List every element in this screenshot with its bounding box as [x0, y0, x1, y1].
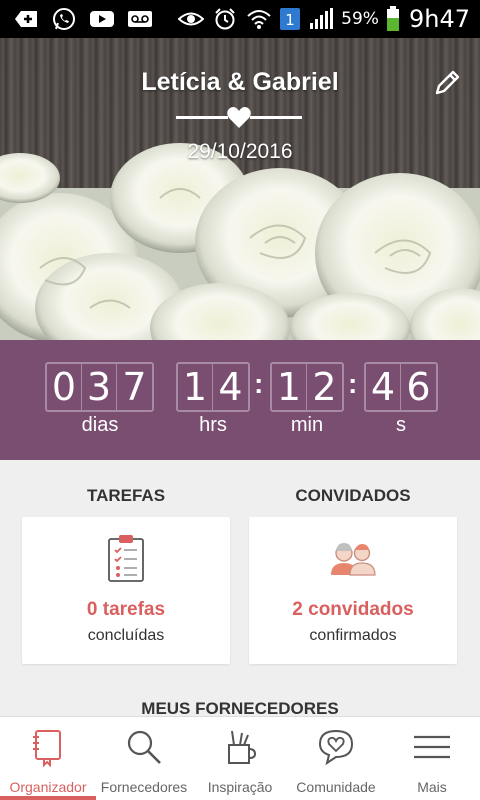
hours-digit: 4 [218, 365, 243, 409]
countdown: 0 3 7 1 4 : 1 2 : 4 6 dias hrs min s [0, 340, 480, 460]
divider-left [176, 116, 228, 119]
clipboard-checklist-icon [108, 535, 144, 582]
guests-card[interactable]: 2 convidados confirmados [249, 517, 457, 664]
tasks-title: TAREFAS [86, 486, 166, 505]
chat-heart-icon [318, 729, 354, 766]
wedding-date: 29/10/2016 [187, 140, 293, 163]
svg-text:1: 1 [285, 11, 295, 29]
days-digit: 3 [82, 364, 117, 410]
pencil-cup-icon [228, 730, 257, 764]
edit-button[interactable] [432, 68, 462, 98]
seconds-label: s [396, 414, 406, 436]
search-icon [127, 730, 161, 764]
hero-banner: Letícia & Gabriel 29/10/2016 [0, 38, 480, 340]
minutes-digit: 2 [312, 365, 337, 409]
guests-count: 2 convidados [292, 599, 414, 620]
nav-comunidade[interactable]: Comunidade [288, 717, 384, 800]
days-digit: 0 [47, 364, 82, 410]
tasks-count: 0 tarefas [86, 599, 166, 620]
couple-guests-icon [331, 543, 376, 576]
status-bar: 1 59% 9h47 [0, 0, 480, 38]
seconds-digit: 4 [366, 364, 401, 410]
nav-label: Inspiração [207, 779, 273, 795]
alarm-icon [211, 7, 239, 31]
tasks-card[interactable]: 0 tarefas concluídas [22, 517, 230, 664]
days-label: dias [81, 414, 119, 436]
signal-icon [307, 7, 335, 31]
guests-title: CONVIDADOS [295, 486, 411, 505]
days-digit: 7 [122, 365, 147, 409]
tasks-subtitle: concluídas [87, 627, 165, 644]
seconds-counter: 4 6 [364, 362, 438, 412]
voicemail-icon [126, 7, 154, 31]
nav-label: Organizador [9, 779, 87, 795]
bottom-navigation: Organizador Fornecedores Inspiração Comu… [0, 716, 480, 800]
nav-fornecedores[interactable]: Fornecedores [96, 717, 192, 800]
sim-1-icon: 1 [279, 7, 301, 31]
nav-organizador[interactable]: Organizador [0, 717, 96, 800]
days-counter: 0 3 7 [45, 362, 154, 412]
nav-mais[interactable]: Mais [384, 717, 480, 800]
clock: 9h47 [408, 5, 470, 33]
wifi-icon [245, 7, 273, 31]
youtube-icon [88, 7, 116, 31]
heart-icon [227, 107, 251, 128]
hours-counter: 1 4 [176, 362, 250, 412]
seconds-digit: 6 [406, 365, 431, 409]
battery-icon [385, 6, 401, 31]
battery-percent: 59% [341, 9, 379, 29]
divider-right [250, 116, 302, 119]
whatsapp-icon [50, 7, 78, 31]
notebook-icon [33, 730, 61, 767]
pencil-icon [435, 70, 460, 95]
minutes-digit: 1 [272, 364, 307, 410]
nav-label: Mais [417, 779, 447, 795]
time-separator: : [348, 368, 358, 399]
add-box-icon [12, 7, 40, 31]
guests-subtitle: confirmados [309, 627, 397, 644]
eye-icon [177, 7, 205, 31]
minutes-label: min [290, 414, 324, 436]
nav-label: Fornecedores [100, 779, 188, 795]
minutes-counter: 1 2 [270, 362, 344, 412]
nav-inspiracao[interactable]: Inspiração [192, 717, 288, 800]
couple-names: Letícia & Gabriel [141, 68, 339, 96]
hours-label: hrs [199, 414, 227, 436]
time-separator: : [254, 368, 264, 399]
nav-label: Comunidade [296, 779, 376, 795]
hours-digit: 1 [178, 364, 213, 410]
menu-icon [414, 735, 450, 759]
